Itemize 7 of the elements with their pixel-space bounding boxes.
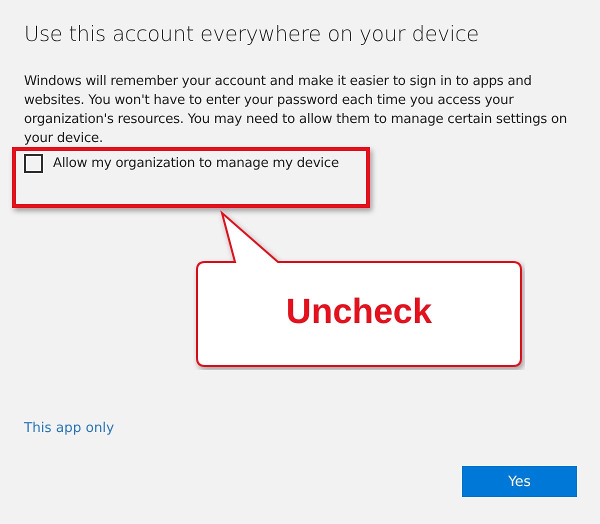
yes-button[interactable]: Yes [462,466,577,497]
checkbox[interactable] [24,154,43,173]
dialog-title: Use this account everywhere on your device [24,22,480,46]
app-only-link[interactable]: This app only [24,420,114,436]
checkbox-label: Allow my organization to manage my device [53,156,339,171]
description-text: Windows will remember your account and make it easier to sign in to apps and websites. You won't have to enter your password each time you access your organization's resources. You may need to allow them to manage certain settings on your device. [24,73,568,148]
callout-text: Uncheck [285,292,433,332]
